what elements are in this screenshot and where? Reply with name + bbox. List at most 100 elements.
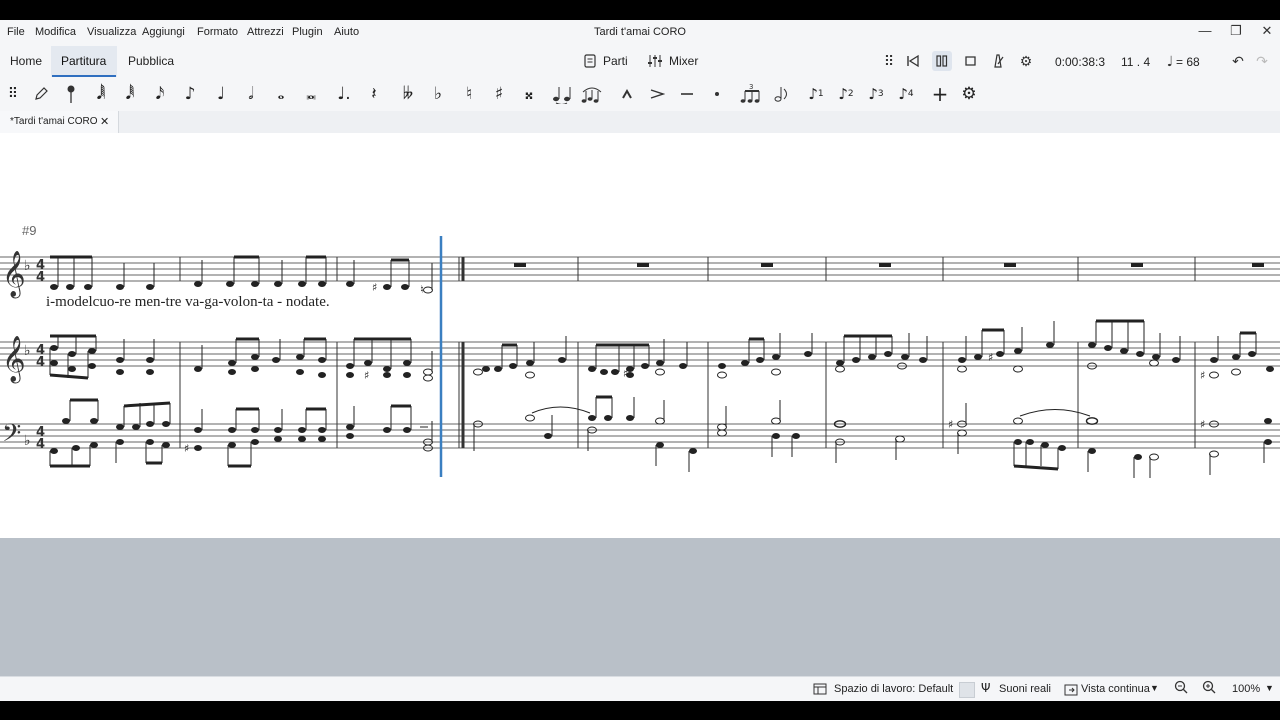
measure-beat-display: 11 . 4: [1121, 55, 1151, 69]
real-sounds-label[interactable]: Suoni reali: [999, 683, 1051, 695]
svg-text:3: 3: [749, 83, 753, 91]
mixer-icon[interactable]: [645, 51, 665, 71]
svg-text:♭: ♭: [24, 343, 31, 359]
top-toolbar: Home Partitura Pubblica Parti Mixer ⠿ ⚙ …: [0, 46, 1280, 77]
undo-icon[interactable]: ↶: [1228, 51, 1248, 71]
voice-4-icon[interactable]: ♪ 4: [893, 80, 919, 108]
view-mode-icon: [1064, 683, 1078, 701]
whole-rests: [514, 263, 1264, 267]
document-tab-bar: *Tardi t'amai CORO ✕: [0, 111, 1280, 133]
score-canvas[interactable]: #9 𝄞 𝄞 𝄢 ♭ ♭ ♭ 44 44 44 ♯ ♮ i-modelcuo-r…: [0, 133, 1280, 538]
metronome-icon[interactable]: [988, 51, 1008, 71]
settings-icon[interactable]: ⚙: [956, 80, 982, 108]
window-title: Tardi t'amai CORO: [594, 26, 686, 38]
view-mode-select[interactable]: Vista continua: [1081, 683, 1150, 695]
svg-text:4: 4: [36, 355, 45, 370]
svg-text:𝄢: 𝄢: [2, 419, 21, 454]
piano-bass-notes: [50, 414, 1272, 461]
svg-text:♯: ♯: [948, 418, 953, 431]
minimize-button[interactable]: —: [1196, 23, 1214, 38]
double-flat-icon[interactable]: 𝄫: [395, 80, 421, 108]
breve-icon[interactable]: 𝅜: [298, 80, 324, 108]
tab-pubblica[interactable]: Pubblica: [128, 54, 174, 68]
flip-direction-icon[interactable]: [768, 80, 794, 108]
piano-bass-stems: [49, 395, 1265, 478]
note-input-toolbar: ⠿ 𝅘𝅥𝅲 𝅘𝅥𝅱 𝅘𝅥𝅯 ♪ ♩ 𝅗𝅥 𝅝 𝅜 ♩. 𝄽 𝄫 ♭ ♮ ♯ 𝄪: [0, 77, 1280, 112]
double-sharp-icon[interactable]: 𝄪: [516, 80, 542, 108]
document-tab[interactable]: *Tardi t'amai CORO ✕: [0, 111, 119, 133]
tempo-display[interactable]: = 68: [1176, 55, 1200, 69]
status-bar: Spazio di lavoro: Default Ψ Suoni reali …: [0, 676, 1280, 701]
staff-bass-piano: [0, 423, 1280, 449]
score-svg: #9 𝄞 𝄞 𝄢 ♭ ♭ ♭ 44 44 44 ♯ ♮ i-modelcuo-r…: [0, 223, 1280, 478]
voice-2-icon[interactable]: ♪ 2: [833, 80, 859, 108]
pencil-icon[interactable]: [28, 80, 54, 108]
grip-icon[interactable]: ⠿: [879, 51, 899, 71]
svg-text:♯: ♯: [623, 367, 628, 380]
svg-text:♯: ♯: [988, 351, 993, 364]
16th-note-icon[interactable]: 𝅘𝅥𝅯: [147, 80, 173, 108]
svg-text:♯: ♯: [1200, 418, 1205, 431]
staff-soprano: [0, 256, 1280, 282]
add-icon[interactable]: +: [927, 80, 953, 108]
maximize-button[interactable]: ❐: [1227, 23, 1245, 39]
svg-text:𝄞: 𝄞: [2, 251, 26, 299]
rest-icon[interactable]: 𝄽: [361, 80, 387, 108]
close-button[interactable]: ✕: [1258, 23, 1276, 39]
redo-icon[interactable]: ↷: [1252, 51, 1272, 71]
64th-note-icon[interactable]: 𝅘𝅥𝅲: [88, 80, 114, 108]
real-sounds-checkbox[interactable]: [959, 682, 975, 698]
pin-icon[interactable]: [58, 80, 84, 108]
flat-icon[interactable]: ♭: [425, 80, 451, 108]
svg-text:♯: ♯: [372, 281, 377, 294]
tab-partitura[interactable]: Partitura: [61, 54, 106, 68]
slur-icon[interactable]: [579, 80, 605, 108]
marcato-icon[interactable]: [614, 80, 640, 108]
svg-text:♭: ♭: [24, 433, 31, 449]
grip-icon[interactable]: ⠿: [0, 80, 26, 108]
play-pause-icon[interactable]: [932, 51, 952, 71]
tenuto-icon[interactable]: [674, 80, 700, 108]
piano-treble-accidentals: ♯ ♯ ♯ ♯: [364, 351, 1205, 382]
measure-number: #9: [22, 223, 36, 238]
half-note-icon[interactable]: 𝅗𝅥: [238, 80, 264, 108]
time-display: 0:00:38:3: [1055, 55, 1106, 69]
voice-3-icon[interactable]: ♪ 3: [863, 80, 889, 108]
natural-icon[interactable]: ♮: [456, 80, 482, 108]
tuplet-icon[interactable]: 3: [738, 80, 764, 108]
tie-icon[interactable]: [549, 80, 575, 108]
mixer-button[interactable]: Mixer: [669, 54, 698, 68]
quarter-note-icon[interactable]: ♩: [208, 80, 234, 108]
svg-text:4: 4: [36, 270, 45, 285]
whole-note-icon[interactable]: 𝅝: [268, 80, 294, 108]
playback-settings-icon[interactable]: ⚙: [1016, 51, 1036, 71]
zoom-out-icon[interactable]: [1174, 680, 1188, 697]
chevron-down-icon[interactable]: ▼: [1150, 683, 1159, 693]
canvas-background: [0, 538, 1280, 676]
rewind-icon[interactable]: [903, 51, 923, 71]
close-tab-icon[interactable]: ✕: [100, 115, 109, 128]
ties-and-slurs: [531, 406, 1091, 417]
workspace-selector[interactable]: Spazio di lavoro: Default: [834, 683, 953, 695]
loop-icon[interactable]: [960, 51, 980, 71]
zoom-chevron-down-icon[interactable]: ▼: [1265, 683, 1274, 693]
svg-text:♭: ♭: [24, 258, 31, 274]
eighth-note-icon[interactable]: ♪: [177, 80, 203, 108]
parts-icon[interactable]: [580, 51, 600, 71]
soprano-accidentals: ♯ ♮: [372, 281, 424, 296]
document-tab-title: *Tardi t'amai CORO: [10, 116, 98, 127]
32nd-note-icon[interactable]: 𝅘𝅥𝅱: [117, 80, 143, 108]
svg-text:♯: ♯: [1200, 369, 1205, 382]
staccato-icon[interactable]: [704, 80, 730, 108]
parts-button[interactable]: Parti: [603, 54, 628, 68]
sharp-icon[interactable]: ♯: [486, 80, 512, 108]
voice-1-icon[interactable]: ♪ 1: [803, 80, 829, 108]
zoom-in-icon[interactable]: [1202, 680, 1216, 697]
menu-bar: File Modifica Visualizza Aggiungi Format…: [0, 20, 1280, 46]
tab-home[interactable]: Home: [10, 54, 42, 68]
svg-text:♮: ♮: [420, 283, 424, 296]
accent-icon[interactable]: [644, 80, 670, 108]
zoom-level[interactable]: 100%: [1232, 683, 1260, 695]
augmentation-dot-icon[interactable]: ♩.: [331, 80, 357, 108]
lyrics-line: i-modelcuo-re men-tre va-ga-volon-ta - n…: [46, 294, 330, 310]
